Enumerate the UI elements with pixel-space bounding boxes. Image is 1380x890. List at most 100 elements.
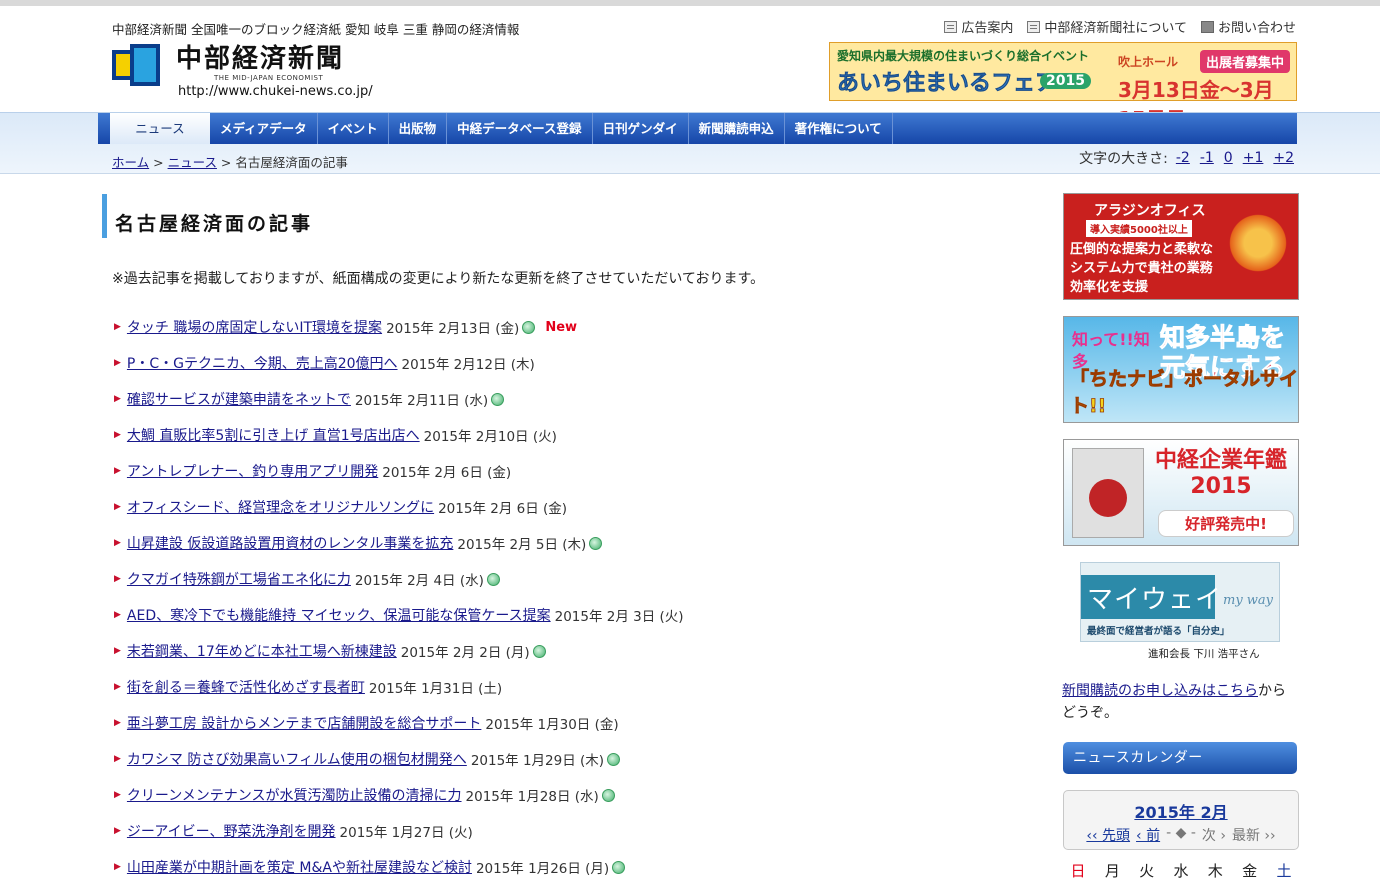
font-size-default[interactable]: 0 [1222, 150, 1235, 166]
breadcrumb-sep: > [149, 155, 168, 170]
article-date: 2015年 2月12日 (木) [401, 357, 535, 373]
weekday-sat: 土 [1276, 862, 1292, 880]
ad-info-link[interactable]: 広告案内 [944, 17, 1013, 36]
article-link[interactable]: クマガイ特殊鋼が工場省エネ化に力 [127, 569, 351, 589]
weekday-thu: 木 [1207, 862, 1223, 880]
nav-media-data[interactable]: メディアデータ [210, 113, 318, 144]
article-link[interactable]: 大鯛 直販比率5割に引き上げ 直営1号店出店へ [127, 425, 420, 445]
article-item: ▶ P・C・Gテクニカ、今期、売上高20億円へ 2015年 2月12日 (木) [114, 345, 684, 381]
nav-subscribe[interactable]: 新聞購読申込 [689, 113, 785, 144]
article-date: 2015年 2月 3日 (火) [554, 609, 684, 625]
bullet-icon: ▶ [114, 358, 121, 368]
article-date: 2015年 1月28日 (水) [465, 789, 599, 805]
mail-icon [1200, 20, 1214, 33]
list-icon [1027, 20, 1041, 33]
font-size-plus2[interactable]: +2 [1271, 150, 1296, 166]
weekday-sun: 日 [1070, 862, 1086, 880]
flame-logo-icon [1228, 208, 1288, 278]
archive-notice: ※過去記事を掲載しておりますが、紙面構成の変更により新たな更新を終了させていただ… [112, 271, 765, 287]
weekday-mon: 月 [1104, 862, 1120, 880]
calendar-next: 次 › [1201, 828, 1226, 844]
calendar-first[interactable]: ‹‹ 先頭 [1086, 825, 1130, 845]
article-link[interactable]: 街を創る＝養蜂で活性化めざす長者町 [127, 677, 365, 697]
calendar-nav: ‹‹ 先頭 ‹ 前 - ◆ - 次 › 最新 ›› [1064, 825, 1298, 845]
article-list: ▶ タッチ 職場の席固定しないIT環境を提案 2015年 2月13日 (金) New ▶… [114, 309, 684, 885]
magnifier-icon[interactable] [522, 320, 536, 334]
article-link[interactable]: アントレプレナー、釣り専用アプリ開発 [127, 461, 378, 481]
font-size-plus1[interactable]: +1 [1241, 150, 1266, 166]
ad1-body: 圧倒的な提案力と柔軟なシステム力で貴社の業務効率化を支援 [1070, 242, 1214, 295]
utility-links: 広告案内 中部経済新聞社について お問い合わせ [944, 17, 1296, 36]
article-link[interactable]: ジーアイビー、野菜洗浄剤を開発 [127, 821, 336, 841]
ad2-footer: 「ちたナビ」ポータルサイト!! [1070, 368, 1299, 418]
magnifier-icon[interactable] [589, 536, 603, 550]
new-badge: New [545, 319, 578, 335]
site-logo[interactable]: 中部経済新聞 THE MID-JAPAN ECONOMIST http://ww… [112, 44, 373, 99]
nav-gendai[interactable]: 日刊ゲンダイ [593, 113, 689, 144]
article-link[interactable]: 末若鋼業、17年めどに本社工場へ新棟建設 [127, 641, 397, 661]
logo-title: 中部経済新聞 [176, 44, 345, 74]
nav-publications[interactable]: 出版物 [389, 113, 448, 144]
font-size-label: 文字の大きさ: [1079, 151, 1168, 167]
bullet-icon: ▶ [114, 574, 121, 584]
nav-news[interactable]: ニュース [110, 113, 210, 144]
magnifier-icon[interactable] [486, 572, 500, 586]
article-item: ▶ アントレプレナー、釣り専用アプリ開発 2015年 2月 6日 (金) [114, 453, 684, 489]
magnifier-icon[interactable] [601, 788, 615, 802]
article-date: 2015年 2月13日 (金) [386, 321, 520, 337]
article-link[interactable]: 山昇建設 仮設道路設置用資材のレンタル事業を拡充 [127, 533, 453, 553]
article-date: 2015年 2月 4日 (水) [354, 573, 484, 589]
article-link[interactable]: タッチ 職場の席固定しないIT環境を提案 [127, 317, 382, 337]
article-link[interactable]: AED、寒冷下でも機能維持 マイセック、保温可能な保管ケース提案 [127, 605, 551, 625]
yearbook-ad[interactable]: 中経企業年鑑 2015 好評発売中! [1063, 439, 1299, 546]
article-link[interactable]: P・C・Gテクニカ、今期、売上高20億円へ [127, 353, 398, 373]
ad4-title: マイウェイ [1087, 585, 1223, 615]
article-item: ▶ 山田産業が中期計画を策定 M&Aや新社屋建設など検討 2015年 1月26日 (… [114, 849, 684, 885]
document-icon [944, 20, 958, 33]
article-item: ▶ 亜斗夢工房 設計からメンテまで店舗開設を総合サポート 2015年 1月30日 (… [114, 705, 684, 741]
font-size-minus2[interactable]: -2 [1174, 150, 1192, 166]
logo-url: http://www.chukei-news.co.jp/ [178, 84, 373, 99]
calendar-prev[interactable]: ‹ 前 [1136, 825, 1160, 845]
article-item: ▶ クマガイ特殊鋼が工場省エネ化に力 2015年 2月 4日 (水) [114, 561, 684, 597]
article-link[interactable]: オフィスシード、経営理念をオリジナルソングに [127, 497, 434, 517]
yearbook-cover-icon [1072, 448, 1144, 538]
ad3-badge: 好評発売中! [1158, 510, 1294, 537]
window-top-border [0, 0, 1380, 6]
banner-line1: 愛知県内最大規模の住まいづくり総合イベント [837, 49, 1090, 63]
nav-events[interactable]: イベント [318, 113, 389, 144]
breadcrumb-home[interactable]: ホーム [112, 155, 149, 170]
header-ad-banner[interactable]: 愛知県内最大規模の住まいづくり総合イベント あいち住まいるフェア 2015 吹上… [829, 42, 1297, 131]
ad1-badge: 導入実績5000社以上 [1086, 220, 1192, 237]
article-link[interactable]: 確認サービスが建築申請をネットで [127, 389, 351, 409]
font-size-minus1[interactable]: -1 [1198, 150, 1216, 166]
article-link[interactable]: 山田産業が中期計画を策定 M&Aや新社屋建設など検討 [127, 857, 472, 877]
about-link[interactable]: 中部経済新聞社について [1027, 17, 1187, 36]
article-link[interactable]: 亜斗夢工房 設計からメンテまで店舗開設を総合サポート [127, 713, 481, 733]
article-link[interactable]: カワシマ 防さび効果高いフィルム使用の梱包材開発へ [127, 749, 467, 769]
nav-copyright[interactable]: 著作権について [785, 113, 893, 144]
my-way-ad[interactable]: マイウェイ my way 最終面で経営者が語る「自分史」 [1080, 562, 1280, 642]
magnifier-icon[interactable] [612, 860, 626, 874]
chita-navi-ad[interactable]: 知って!!知多 知多半島を元気にする 「ちたナビ」ポータルサイト!! [1063, 316, 1299, 423]
magnifier-icon[interactable] [607, 752, 621, 766]
nav-area: ニュース メディアデータ イベント 出版物 中経データベース登録 日刊ゲンダイ … [0, 112, 1380, 174]
subscribe-link[interactable]: 新聞購読のお申し込みはこちら [1062, 683, 1258, 699]
bullet-icon: ▶ [114, 394, 121, 404]
article-item: ▶ 大鯛 直販比率5割に引き上げ 直営1号店出店へ 2015年 2月10日 (火) [114, 417, 684, 453]
banner-badge: 出展者募集中 [1199, 50, 1290, 73]
ad4-caption: 最終面で経営者が語る「自分史」 [1087, 626, 1230, 637]
article-link[interactable]: クリーンメンテナンスが水質汚濁防止設備の清掃に力 [127, 785, 462, 805]
logo-text: 中部経済新聞 THE MID-JAPAN ECONOMIST http://ww… [176, 44, 373, 99]
banner-year: 2015 [1040, 73, 1091, 89]
contact-link[interactable]: お問い合わせ [1200, 17, 1296, 36]
magnifier-icon[interactable] [491, 392, 505, 406]
about-label: 中部経済新聞社について [1044, 21, 1187, 36]
calendar-month[interactable]: 2015年 2月 [1064, 799, 1298, 823]
nav-database[interactable]: 中経データベース登録 [447, 113, 593, 144]
magnifier-icon[interactable] [532, 644, 546, 658]
breadcrumb-news[interactable]: ニュース [168, 155, 217, 170]
aladdin-office-ad[interactable]: アラジンオフィス 導入実績5000社以上 圧倒的な提案力と柔軟なシステム力で貴社… [1063, 193, 1299, 300]
article-date: 2015年 1月31日 (土) [368, 681, 503, 697]
my-way-person: 進和会長 下川 浩平さん [1148, 648, 1260, 660]
